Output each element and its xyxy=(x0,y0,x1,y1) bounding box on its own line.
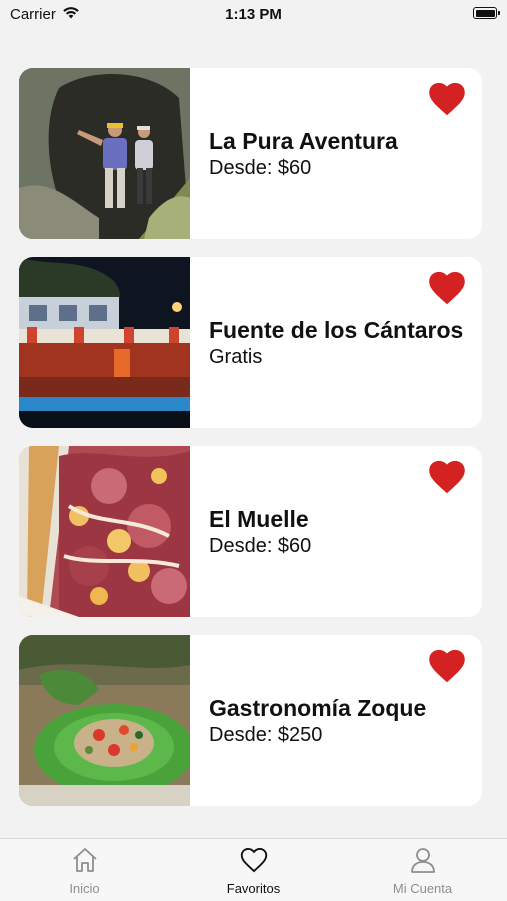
card-price: Gratis xyxy=(209,345,263,368)
battery-icon xyxy=(473,7,500,19)
card-price: Desde: $250 xyxy=(209,723,323,746)
home-icon xyxy=(71,847,99,878)
favorite-card[interactable]: La Pura Aventura Desde: $60 xyxy=(19,68,482,239)
favorite-card[interactable]: Fuente de los Cántaros Gratis xyxy=(19,257,482,428)
favorite-heart-icon[interactable] xyxy=(428,460,466,494)
card-price: Desde: $60 xyxy=(209,534,312,557)
cave-rappel-photo xyxy=(19,68,190,239)
tab-label: Mi Cuenta xyxy=(392,881,453,896)
tab-label: Inicio xyxy=(69,881,100,896)
card-title: Fuente de los Cántaros xyxy=(209,316,464,343)
card-title: La Pura Aventura xyxy=(209,127,398,154)
card-price: Desde: $60 xyxy=(209,156,312,179)
tab-inicio[interactable]: Inicio xyxy=(0,839,169,901)
tab-label: Favoritos xyxy=(226,881,281,896)
favorite-card[interactable]: Gastronomía Zoque Desde: $250 xyxy=(19,635,482,806)
heart-outline-icon xyxy=(240,847,268,878)
status-time: 1:13 PM xyxy=(225,6,282,23)
person-icon xyxy=(409,847,437,878)
card-info: Gastronomía Zoque Desde: $250 xyxy=(209,635,426,806)
favorite-heart-icon[interactable] xyxy=(428,649,466,683)
favorite-heart-icon[interactable] xyxy=(428,82,466,116)
favorite-heart-icon[interactable] xyxy=(428,271,466,305)
card-title: El Muelle xyxy=(209,505,309,532)
food-leaf-plate-photo xyxy=(19,635,190,806)
status-bar: Carrier 1:13 PM xyxy=(0,0,507,30)
card-info: Fuente de los Cántaros Gratis xyxy=(209,257,463,428)
card-info: La Pura Aventura Desde: $60 xyxy=(209,68,398,239)
tab-mi-cuenta[interactable]: Mi Cuenta xyxy=(338,839,507,901)
favorites-list: La Pura Aventura Desde: $60 Fuente de lo… xyxy=(19,68,482,824)
food-sandwich-photo xyxy=(19,446,190,617)
fountain-night-photo xyxy=(19,257,190,428)
favorite-card[interactable]: El Muelle Desde: $60 xyxy=(19,446,482,617)
tab-bar: Inicio Favoritos Mi Cuenta xyxy=(0,838,507,901)
card-info: El Muelle Desde: $60 xyxy=(209,446,311,617)
tab-favoritos[interactable]: Favoritos xyxy=(169,839,338,901)
card-title: Gastronomía Zoque xyxy=(209,694,427,721)
